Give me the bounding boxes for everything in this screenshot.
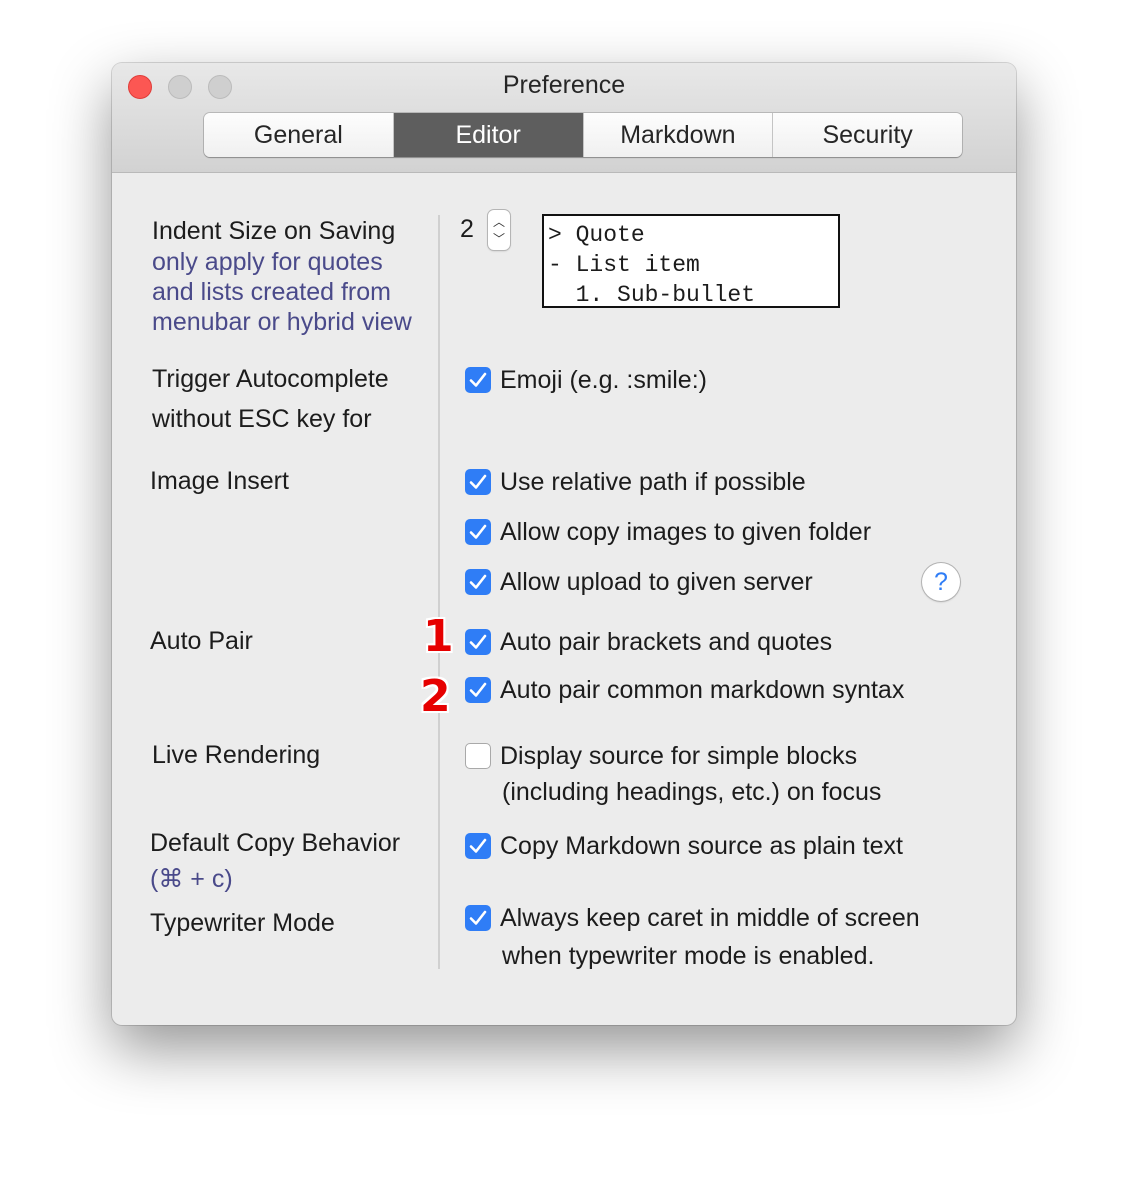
preference-window: Preference General Editor Markdown Secur… [112, 63, 1016, 1025]
display-source-option-label-line-2[interactable]: (including headings, etc.) on focus [502, 775, 881, 809]
display-source-checkbox[interactable] [465, 743, 491, 769]
copy-images-option-label[interactable]: Allow copy images to given folder [500, 515, 871, 549]
checkmark-icon [469, 524, 487, 539]
checkmark-icon [469, 910, 487, 925]
indent-size-label: Indent Size on Saving [152, 217, 396, 245]
upload-server-checkbox[interactable] [465, 569, 491, 595]
annotation-badge-2: 2 [420, 671, 451, 722]
emoji-checkbox[interactable] [465, 367, 491, 393]
tab-bar: General Editor Markdown Security [204, 113, 962, 157]
auto-pair-brackets-option-label[interactable]: Auto pair brackets and quotes [500, 625, 832, 659]
upload-server-option-label[interactable]: Allow upload to given server [500, 565, 813, 599]
checkmark-icon [469, 372, 487, 387]
indent-size-note-line-3: menubar or hybrid view [152, 308, 412, 336]
auto-pair-markdown-option-label[interactable]: Auto pair common markdown syntax [500, 673, 904, 707]
column-divider [438, 215, 440, 969]
checkmark-icon [469, 838, 487, 853]
indent-preview-box: > Quote - List item 1. Sub-bullet [542, 214, 840, 308]
copy-markdown-option-label[interactable]: Copy Markdown source as plain text [500, 829, 903, 863]
window-title: Preference [502, 71, 626, 99]
display-source-option-label-line-1[interactable]: Display source for simple blocks [500, 739, 857, 773]
auto-pair-brackets-checkbox[interactable] [465, 629, 491, 655]
annotation-badge-1: 1 [423, 611, 454, 662]
copy-images-checkbox[interactable] [465, 519, 491, 545]
tab-markdown[interactable]: Markdown [583, 113, 774, 157]
tab-general[interactable]: General [204, 113, 394, 157]
relative-path-option-label[interactable]: Use relative path if possible [500, 465, 806, 499]
indent-size-note-line-2: and lists created from [152, 278, 391, 306]
typewriter-caret-option-label-line-1[interactable]: Always keep caret in middle of screen [500, 901, 920, 935]
preview-line: - List item [548, 252, 700, 278]
checkmark-icon [469, 474, 487, 489]
image-insert-label: Image Insert [150, 467, 289, 495]
auto-pair-label: Auto Pair [150, 627, 253, 655]
indent-size-note-line-1: only apply for quotes [152, 248, 383, 276]
tab-editor[interactable]: Editor [393, 113, 584, 157]
typewriter-mode-label: Typewriter Mode [150, 909, 335, 937]
indent-size-value[interactable]: 2 [460, 215, 474, 244]
typewriter-caret-checkbox[interactable] [465, 905, 491, 931]
indent-size-stepper[interactable]: ︿ ﹀ [488, 210, 510, 250]
stepper-up-icon[interactable]: ︿ [488, 213, 510, 230]
autocomplete-label-line-1: Trigger Autocomplete [152, 365, 389, 393]
checkmark-icon [469, 682, 487, 697]
autocomplete-label-line-2: without ESC key for [152, 405, 372, 433]
checkmark-icon [469, 634, 487, 649]
typewriter-caret-option-label-line-2[interactable]: when typewriter mode is enabled. [502, 939, 874, 973]
preview-line: > Quote [548, 222, 645, 248]
title-bar: Preference General Editor Markdown Secur… [112, 63, 1016, 173]
tab-security[interactable]: Security [773, 113, 962, 157]
emoji-option-label[interactable]: Emoji (e.g. :smile:) [500, 363, 707, 397]
auto-pair-markdown-checkbox[interactable] [465, 677, 491, 703]
copy-markdown-checkbox[interactable] [465, 833, 491, 859]
checkmark-icon [469, 574, 487, 589]
live-rendering-label: Live Rendering [152, 741, 321, 769]
relative-path-checkbox[interactable] [465, 469, 491, 495]
copy-behavior-label: Default Copy Behavior [150, 829, 401, 857]
preview-line: 1. Sub-bullet [548, 282, 756, 308]
help-button[interactable]: ? [922, 563, 960, 601]
stepper-down-icon[interactable]: ﹀ [488, 230, 510, 247]
copy-behavior-shortcut: (⌘ + c) [150, 865, 233, 893]
